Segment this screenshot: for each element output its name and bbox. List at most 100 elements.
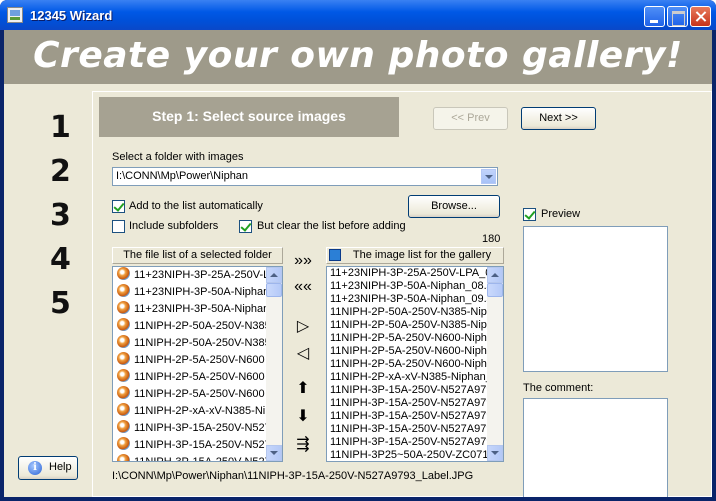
help-button[interactable]: i Help — [18, 456, 78, 480]
step-number-1: 1 — [50, 110, 71, 145]
list-item[interactable]: 11NIPH-2P-5A-250V-N600 — [113, 386, 282, 403]
list-item[interactable]: 11+23NIPH-3P-50A-Niphan_08.J — [113, 284, 282, 301]
gallery-icon[interactable] — [329, 249, 341, 261]
list-item-label: 11NIPH-2P-xA-xV-N385-Niphan_ — [330, 371, 492, 383]
list-item-label: 11NIPH-3P-15A-250V-N527A979 — [330, 410, 493, 422]
wizard-window: 12345 Wizard Create your own photo galle… — [0, 0, 716, 501]
list-item[interactable]: 11NIPH-2P-50A-250V-N385 — [113, 318, 282, 335]
list-item-label: 11NIPH-2P-50A-250V-N385 — [134, 320, 271, 332]
app-icon — [7, 7, 23, 23]
move-up-button[interactable]: ⬆ — [291, 378, 315, 398]
list-item-label: 11NIPH-2P-5A-250V-N600 — [134, 354, 265, 366]
add-all-button[interactable]: »» — [291, 252, 315, 270]
list-item[interactable]: 11NIPH-3P-15A-250V-N527 — [113, 420, 282, 437]
list-item[interactable]: 11NIPH-3P-15A-250V-N527A979 — [327, 436, 503, 449]
list-item[interactable]: 11NIPH-2P-5A-250V-N600-Nipha — [327, 358, 503, 371]
image-file-icon — [117, 454, 130, 461]
list-item-label: 11NIPH-2P-5A-250V-N600-Nipha — [330, 358, 494, 370]
file-list-scrollbar[interactable] — [266, 267, 282, 461]
image-list-scrollbar[interactable] — [487, 267, 503, 461]
list-item-label: 11NIPH-3P-15A-250V-N527A979 — [330, 423, 493, 435]
image-file-icon — [117, 335, 130, 348]
image-list-rows: 11+23NIPH-3P-25A-250V-LPA_0 11+23NIPH-3P-… — [327, 267, 503, 461]
preview-pane — [523, 226, 668, 372]
list-item[interactable]: 11NIPH-2P-xA-xV-N385-Niphan_ — [327, 371, 503, 384]
maximize-button[interactable] — [667, 6, 688, 27]
list-item[interactable]: 11NIPH-3P-15A-250V-N527A979 — [327, 384, 503, 397]
folder-value: I:\CONN\Mp\Power\Niphan — [116, 170, 249, 182]
chevron-down-icon[interactable] — [481, 169, 496, 184]
list-item[interactable]: 11NIPH-2P-50A-250V-N385-Niph — [327, 319, 503, 332]
list-item[interactable]: 11NIPH-3P-15A-250V-N527 — [113, 437, 282, 454]
step-header: Step 1: Select source images — [99, 97, 399, 137]
list-item[interactable]: 11NIPH-2P-5A-250V-N600-Nipha — [327, 332, 503, 345]
image-file-icon — [117, 437, 130, 450]
list-item-label: 11+23NIPH-3P-50A-Niphan_08.J — [134, 286, 282, 298]
add-auto-label: Add to the list automatically — [129, 200, 263, 212]
sort-button[interactable]: ⇶ — [291, 434, 315, 454]
list-item-label: 11NIPH-3P-15A-250V-N527A979 — [330, 397, 493, 409]
step-number-4: 4 — [50, 242, 71, 277]
scroll-down-icon[interactable] — [487, 445, 503, 461]
list-item[interactable]: 11NIPH-2P-5A-250V-N600-Nipha — [327, 345, 503, 358]
scroll-down-icon[interactable] — [266, 445, 282, 461]
list-item[interactable]: 11NIPH-3P-15A-250V-N527A979 — [327, 410, 503, 423]
close-button[interactable] — [690, 6, 711, 27]
list-item-label: 11+23NIPH-3P-25A-250V-LPA_0 — [330, 267, 492, 279]
list-item-label: 11NIPH-3P-15A-250V-N527 — [134, 456, 271, 462]
remove-all-button[interactable]: «« — [291, 278, 315, 296]
list-item[interactable]: 11NIPH-3P-15A-250V-N527 — [113, 454, 282, 462]
title-bar[interactable]: 12345 Wizard — [0, 0, 716, 30]
preview-checkbox[interactable] — [523, 208, 536, 221]
move-down-button[interactable]: ⬇ — [291, 406, 315, 426]
image-list[interactable]: 11+23NIPH-3P-25A-250V-LPA_0 11+23NIPH-3P-… — [326, 266, 504, 462]
image-file-icon — [117, 403, 130, 416]
list-item[interactable]: 11NIPH-2P-50A-250V-N385-Niph — [327, 306, 503, 319]
list-item[interactable]: 11NIPH-2P-5A-250V-N600 — [113, 369, 282, 386]
list-item-label: 11NIPH-3P-15A-250V-N527 — [134, 422, 271, 434]
step-title: Step 1: Select source images — [152, 108, 346, 124]
list-item[interactable]: 11NIPH-2P-xA-xV-N385-Niphan — [113, 403, 282, 420]
scroll-up-icon[interactable] — [487, 267, 503, 283]
selected-file-path: I:\CONN\Mp\Power\Niphan\11NIPH-3P-15A-25… — [112, 470, 474, 482]
window-title: 12345 Wizard — [30, 8, 113, 23]
folder-combo[interactable]: I:\CONN\Mp\Power\Niphan — [112, 167, 498, 186]
prev-button[interactable]: << Prev — [433, 107, 508, 130]
step-number-2: 2 — [50, 154, 71, 189]
scroll-up-icon[interactable] — [266, 267, 282, 283]
clear-list-label: But clear the list before adding — [257, 220, 406, 232]
image-file-icon — [117, 284, 130, 297]
add-auto-checkbox[interactable] — [112, 200, 125, 213]
list-item[interactable]: 11NIPH-3P25~50A-250V-ZC071 — [327, 449, 503, 461]
browse-button[interactable]: Browse... — [408, 195, 500, 218]
add-button[interactable]: ▷ — [291, 316, 315, 336]
next-button[interactable]: Next >> — [521, 107, 596, 130]
clear-list-checkbox[interactable] — [239, 220, 252, 233]
scroll-thumb[interactable] — [266, 283, 282, 297]
minimize-button[interactable] — [644, 6, 665, 27]
list-item[interactable]: 11NIPH-2P-50A-250V-N385 — [113, 335, 282, 352]
comment-field[interactable] — [523, 398, 668, 497]
list-item[interactable]: 11NIPH-3P-15A-250V-N527A979 — [327, 397, 503, 410]
preview-label: Preview — [541, 208, 581, 220]
scroll-thumb[interactable] — [487, 283, 503, 297]
list-item[interactable]: 11+23NIPH-3P-25A-250V-LPA_0 — [113, 267, 282, 284]
file-list[interactable]: 11+23NIPH-3P-25A-250V-LPA_0 11+23NIPH-3P-… — [112, 266, 283, 462]
image-count: 180 — [482, 233, 501, 245]
list-item[interactable]: 11+23NIPH-3P-25A-250V-LPA_0 — [327, 267, 503, 280]
include-subfolders-checkbox[interactable] — [112, 220, 125, 233]
image-file-icon — [117, 301, 130, 314]
file-list-header: The file list of a selected folder — [112, 247, 283, 264]
list-item[interactable]: 11+23NIPH-3P-50A-Niphan_09.J — [113, 301, 282, 318]
list-item[interactable]: 11+23NIPH-3P-50A-Niphan_09.J — [327, 293, 503, 306]
list-item-label: 11+23NIPH-3P-25A-250V-LPA_0 — [134, 269, 282, 281]
include-subfolders-label: Include subfolders — [129, 220, 219, 232]
image-file-icon — [117, 369, 130, 382]
list-item[interactable]: 11NIPH-2P-5A-250V-N600 — [113, 352, 282, 369]
list-item-label: 11NIPH-2P-5A-250V-N600-Nipha — [330, 345, 494, 357]
banner-title: Create your own photo gallery! — [33, 35, 683, 76]
image-file-icon — [117, 318, 130, 331]
list-item[interactable]: 11NIPH-3P-15A-250V-N527A979 — [327, 423, 503, 436]
list-item[interactable]: 11+23NIPH-3P-50A-Niphan_08.J — [327, 280, 503, 293]
remove-button[interactable]: ◁ — [291, 343, 315, 363]
